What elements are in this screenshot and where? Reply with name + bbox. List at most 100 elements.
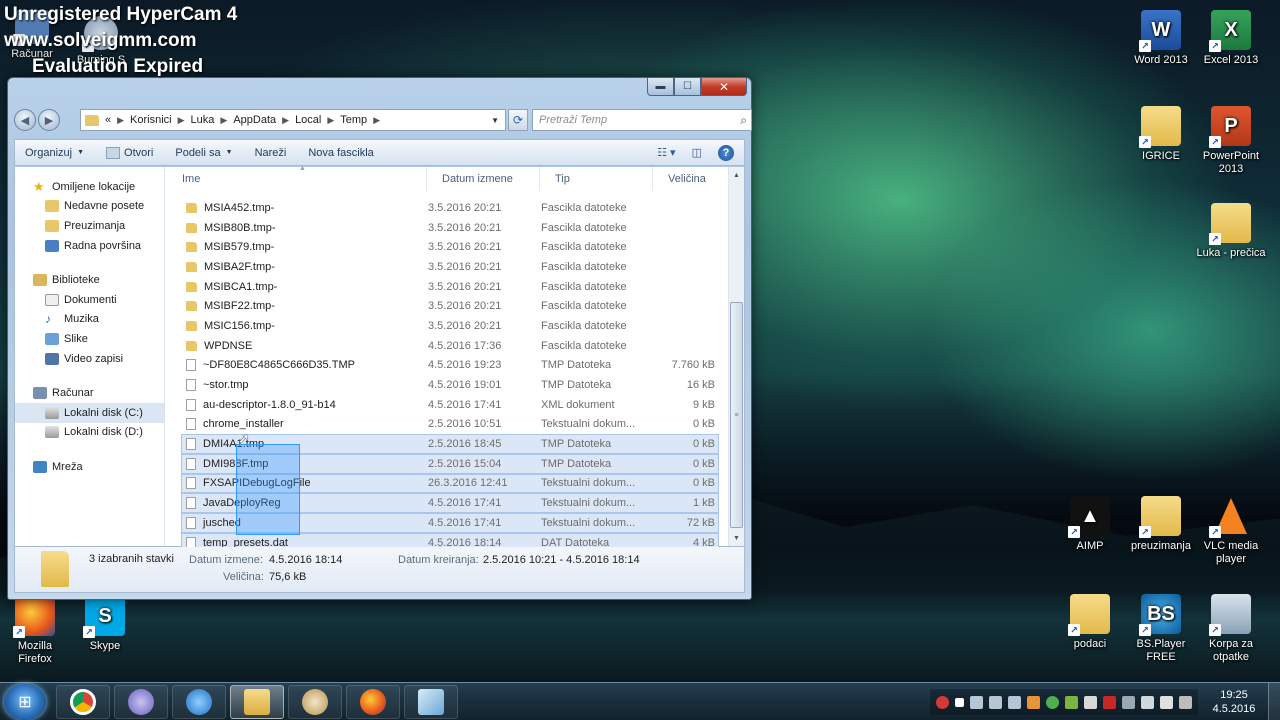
nav-disk-d[interactable]: Lokalni disk (D:) bbox=[15, 423, 164, 443]
nav-libraries[interactable]: Biblioteke bbox=[15, 270, 164, 290]
show-desktop-button[interactable] bbox=[1268, 683, 1280, 720]
maximize-button[interactable]: ☐ bbox=[674, 78, 701, 96]
breadcrumb-appdata[interactable]: AppData bbox=[233, 114, 276, 126]
back-button[interactable]: ◀ bbox=[14, 109, 36, 131]
action-center-icon[interactable] bbox=[1160, 695, 1173, 709]
address-bar[interactable]: « ▶ Korisnici ▶ Luka ▶ AppData ▶ Local ▶… bbox=[80, 109, 506, 131]
search-input[interactable]: Pretraži Temp ⌕ bbox=[532, 109, 752, 131]
desktop-icon-firefox[interactable]: Mozilla Firefox bbox=[0, 596, 70, 666]
start-button[interactable]: ⊞ bbox=[4, 683, 46, 720]
caption-buttons: ▬ ☐ ✕ bbox=[647, 78, 747, 96]
desktop-icon-recycle-bin[interactable]: Korpa za otpatke bbox=[1194, 594, 1268, 664]
desktop-icon-skype[interactable]: S Skype bbox=[68, 596, 142, 653]
taskbar-app-2[interactable] bbox=[114, 684, 168, 719]
file-row[interactable]: MSIB80B.tmp- 3.5.2016 20:21 Fascikla datot… bbox=[181, 218, 719, 238]
downloads-icon bbox=[45, 219, 59, 232]
scrollbar-thumb[interactable]: ≡ bbox=[730, 302, 743, 528]
nav-videos[interactable]: Video zapisi bbox=[15, 349, 164, 369]
column-header-date[interactable]: Datum izmene bbox=[427, 167, 540, 191]
desktop-icon-aimp[interactable]: ▲ AIMP bbox=[1053, 496, 1127, 553]
breadcrumb-luka[interactable]: Luka bbox=[191, 114, 215, 126]
desktop-icon-word[interactable]: W Word 2013 bbox=[1124, 10, 1198, 67]
file-row[interactable]: WPDNSE 4.5.2016 17:36 Fascikla datoteke bbox=[181, 336, 719, 356]
file-row[interactable]: ~stor.tmp 4.5.2016 19:01 TMP Datoteka 16 kB bbox=[181, 375, 719, 395]
open-button[interactable]: Otvori bbox=[106, 146, 153, 159]
tray-app-icon[interactable] bbox=[970, 695, 983, 709]
taskbar-app-3[interactable] bbox=[172, 684, 226, 719]
nav-computer[interactable]: Računar bbox=[15, 383, 164, 403]
scroll-down-arrow-icon[interactable]: ▼ bbox=[729, 530, 744, 546]
taskbar-paint[interactable] bbox=[288, 684, 342, 719]
taskbar-firefox[interactable] bbox=[346, 684, 400, 719]
nav-pictures[interactable]: Slike bbox=[15, 329, 164, 349]
file-row[interactable]: chrome_installer 2.5.2016 10:51 Tekstualni… bbox=[181, 415, 719, 435]
breadcrumb-local[interactable]: Local bbox=[295, 114, 321, 126]
tray-app-icon[interactable] bbox=[1046, 695, 1059, 709]
network-tray-icon[interactable] bbox=[1141, 695, 1154, 709]
clock[interactable]: 19:25 4.5.2016 bbox=[1208, 688, 1260, 716]
tray-app-icon[interactable] bbox=[1065, 695, 1078, 709]
nav-desktop[interactable]: Radna površina bbox=[15, 236, 164, 256]
nav-disk-c[interactable]: Lokalni disk (C:) bbox=[15, 402, 164, 423]
breadcrumb-temp[interactable]: Temp bbox=[340, 114, 367, 126]
burn-button[interactable]: Nareži bbox=[255, 147, 287, 159]
organize-button[interactable]: Organizuj ▼ bbox=[25, 147, 84, 159]
scroll-up-arrow-icon[interactable]: ▲ bbox=[729, 167, 744, 183]
desktop-icon-excel[interactable]: X Excel 2013 bbox=[1194, 10, 1268, 67]
usb-icon[interactable] bbox=[1122, 695, 1135, 709]
desktop-icon-powerpoint[interactable]: P PowerPoint 2013 bbox=[1194, 106, 1268, 176]
view-options-button[interactable]: ☷ ▾ bbox=[657, 146, 675, 159]
column-header-name[interactable]: Ime bbox=[167, 167, 427, 191]
nav-favorites[interactable]: ★ Omiljene lokacije bbox=[15, 177, 164, 197]
excel-icon: X bbox=[1209, 10, 1251, 52]
minimize-button[interactable]: ▬ bbox=[647, 78, 674, 96]
desktop-icon-luka-shortcut[interactable]: Luka - prečica bbox=[1194, 203, 1268, 260]
tray-app-icon[interactable] bbox=[1027, 695, 1040, 709]
desktop-icon-igrice[interactable]: IGRICE bbox=[1124, 106, 1198, 163]
file-date: 26.3.2016 12:41 bbox=[428, 477, 508, 490]
nav-downloads[interactable]: Preuzimanja bbox=[15, 216, 164, 236]
chevron-down-icon[interactable]: ▼ bbox=[491, 116, 499, 125]
tray-app-icon[interactable] bbox=[989, 695, 1002, 709]
record-icon[interactable] bbox=[936, 695, 949, 709]
nav-documents[interactable]: Dokumenti bbox=[15, 290, 164, 310]
share-button[interactable]: Podeli sa ▼ bbox=[175, 147, 232, 159]
file-name-cell: au-descriptor-1.8.0_91-b14 bbox=[182, 398, 428, 411]
nav-recent[interactable]: Nedavne posete bbox=[15, 197, 164, 217]
file-row[interactable]: MSIA452.tmp- 3.5.2016 20:21 Fascikla datot… bbox=[181, 198, 719, 218]
taskbar-explorer[interactable] bbox=[230, 684, 284, 719]
file-row[interactable]: MSIB579.tmp- 3.5.2016 20:21 Fascikla datot… bbox=[181, 237, 719, 257]
taskbar-chrome[interactable] bbox=[56, 684, 110, 719]
file-date: 3.5.2016 20:21 bbox=[428, 280, 502, 293]
column-header-size[interactable]: Veličina bbox=[653, 167, 723, 191]
refresh-button[interactable]: ⟳ bbox=[508, 109, 528, 131]
desktop-icon-podaci[interactable]: podaci bbox=[1053, 594, 1127, 651]
file-row[interactable]: MSIC156.tmp- 3.5.2016 20:21 Fascikla datot… bbox=[181, 316, 719, 336]
tray-app-icon[interactable] bbox=[1103, 695, 1116, 709]
help-icon[interactable]: ? bbox=[718, 144, 734, 161]
column-header-type[interactable]: Tip bbox=[540, 167, 653, 191]
tray-app-icon[interactable] bbox=[1008, 695, 1021, 709]
desktop-icon-bsplayer[interactable]: BS BS.Player FREE bbox=[1124, 594, 1198, 664]
preview-pane-button[interactable]: ◫ bbox=[692, 146, 702, 159]
file-size: 16 kB bbox=[686, 379, 715, 392]
file-row[interactable]: ~DF80E8C4865C666D35.TMP 4.5.2016 19:23 TMP… bbox=[181, 356, 719, 376]
breadcrumb-korisnici[interactable]: Korisnici bbox=[130, 114, 172, 126]
speaker-icon[interactable] bbox=[1084, 695, 1097, 709]
desktop-icon-vlc[interactable]: VLC media player bbox=[1194, 496, 1268, 566]
file-row[interactable]: MSIBCA1.tmp- 3.5.2016 20:21 Fascikla datot… bbox=[181, 277, 719, 297]
vertical-scrollbar[interactable]: ▲ ≡ ▼ bbox=[728, 167, 744, 546]
file-row[interactable]: MSIBF22.tmp- 3.5.2016 20:21 Fascikla datot… bbox=[181, 296, 719, 316]
close-button[interactable]: ✕ bbox=[701, 78, 747, 96]
file-row[interactable]: MSIBA2F.tmp- 3.5.2016 20:21 Fascikla datot… bbox=[181, 257, 719, 277]
nav-music[interactable]: ♪ Muzika bbox=[15, 310, 164, 330]
recycle-bin-icon bbox=[1209, 594, 1251, 636]
stop-icon[interactable] bbox=[955, 697, 964, 707]
volume-icon[interactable] bbox=[1179, 695, 1192, 709]
forward-button[interactable]: ▶ bbox=[38, 109, 60, 131]
taskbar-app-7[interactable] bbox=[404, 684, 458, 719]
nav-network[interactable]: Mreža bbox=[15, 457, 164, 477]
new-folder-button[interactable]: Nova fascikla bbox=[308, 147, 373, 159]
desktop-icon-preuzimanja[interactable]: preuzimanja bbox=[1124, 496, 1198, 553]
file-row[interactable]: au-descriptor-1.8.0_91-b14 4.5.2016 17:41… bbox=[181, 395, 719, 415]
